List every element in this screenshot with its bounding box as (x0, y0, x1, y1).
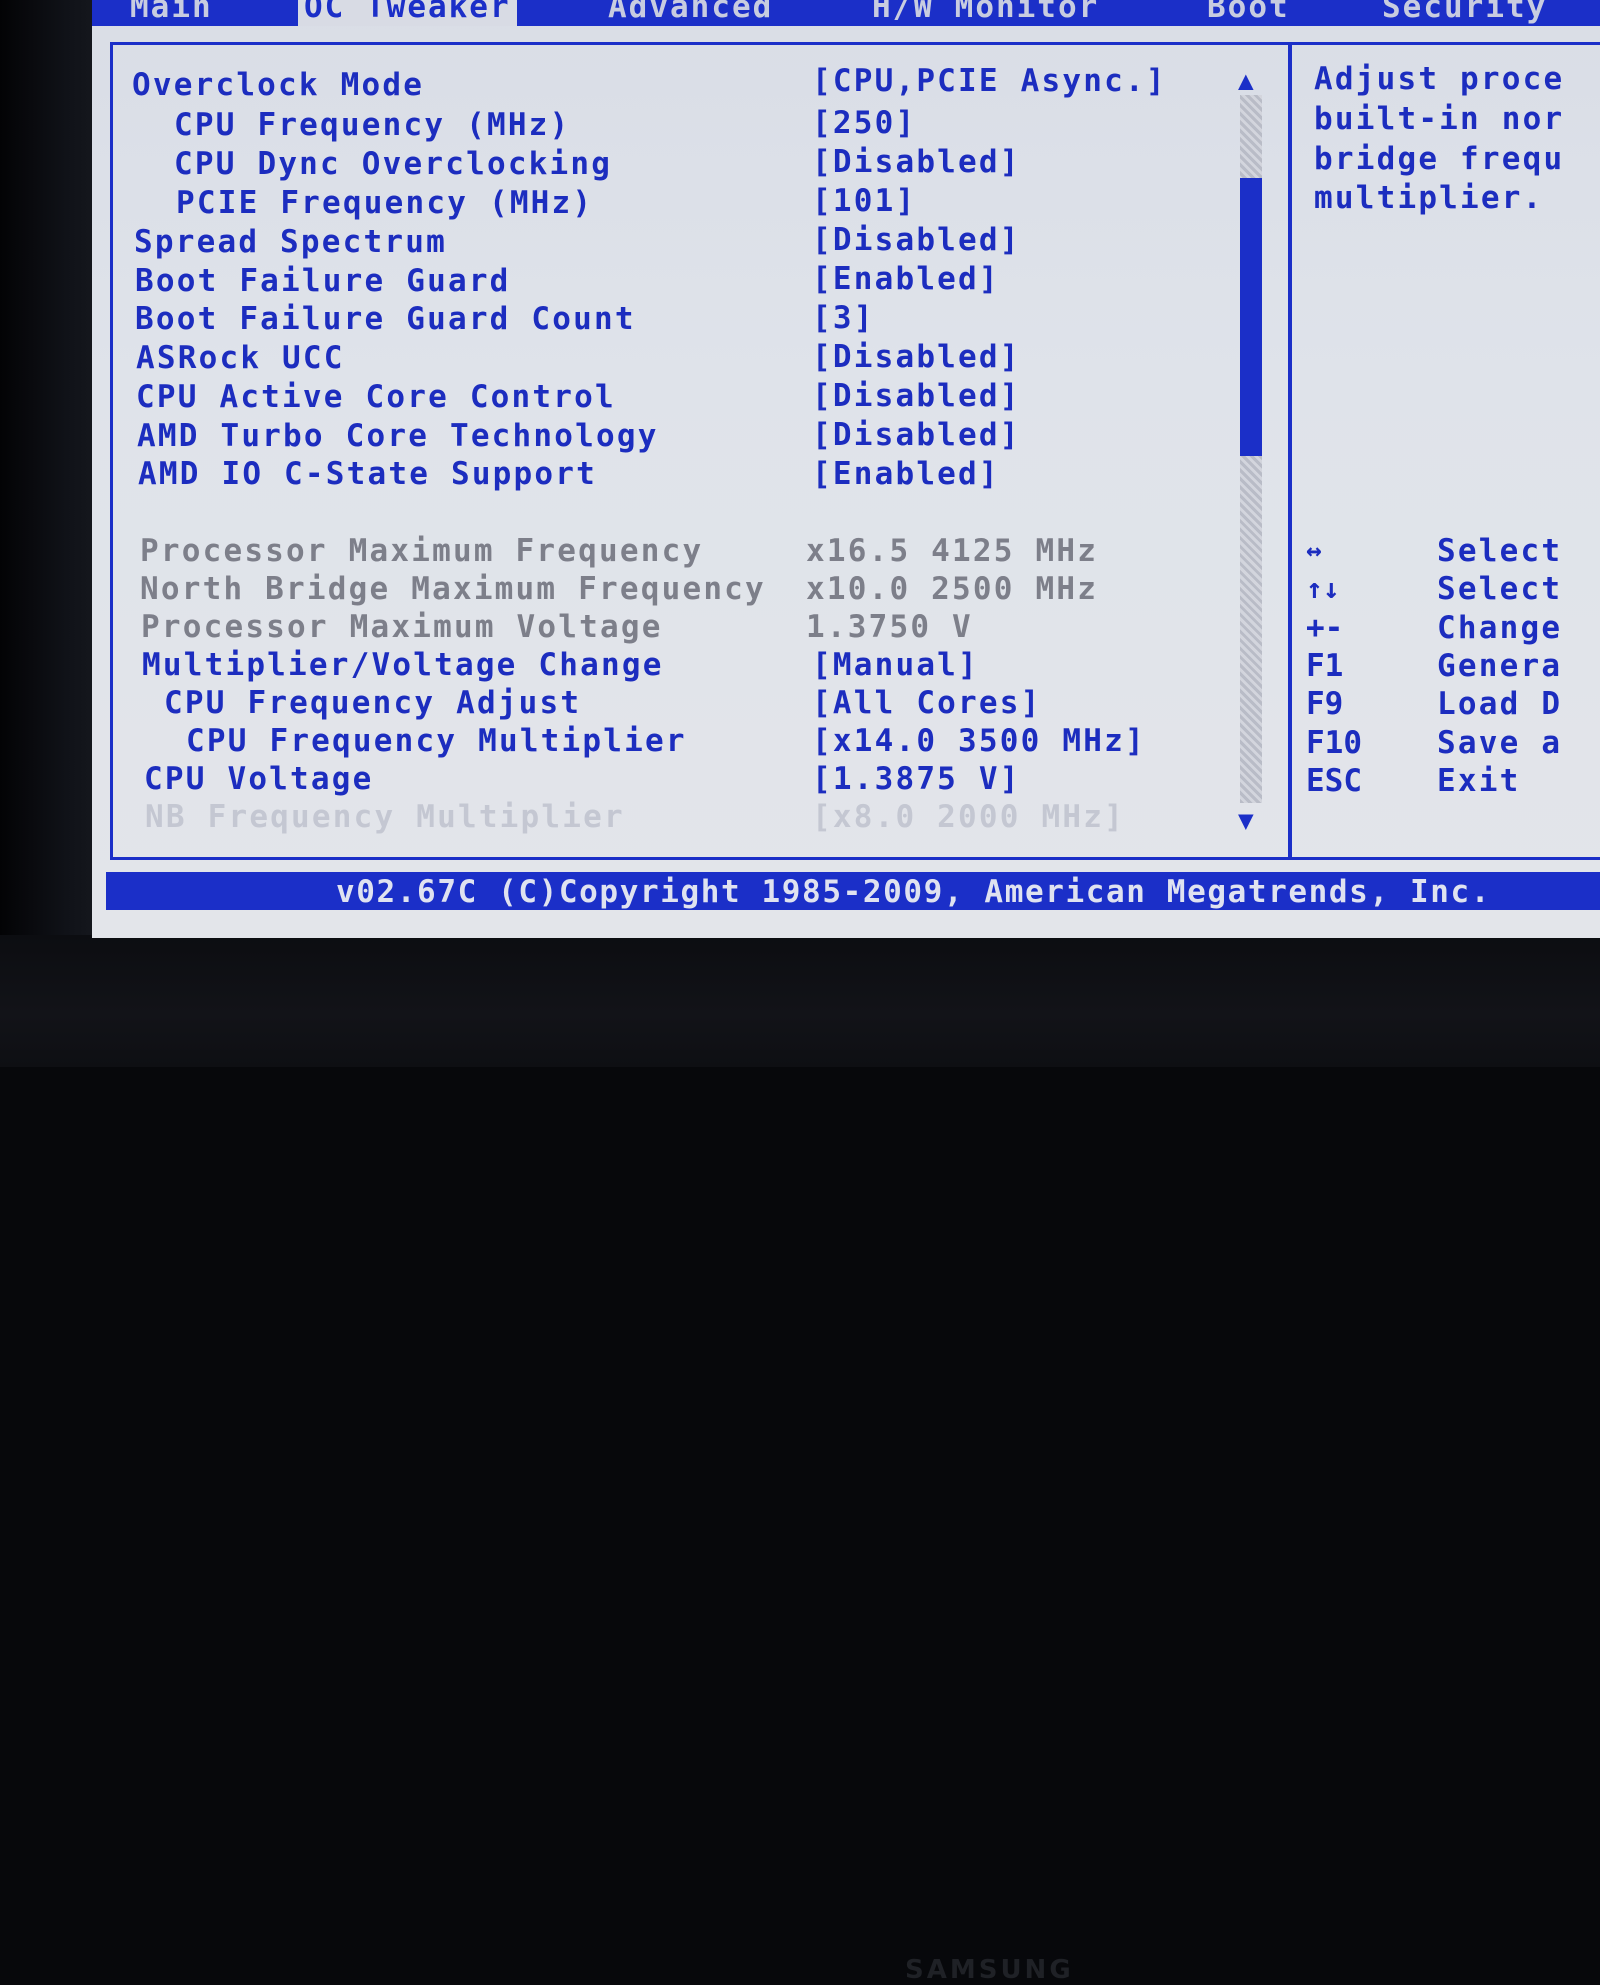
tab-boot[interactable]: Boot (1207, 0, 1290, 26)
help-text-line-2: built-in nor (1314, 101, 1565, 137)
setting-pcie-frequency-value[interactable]: [101] (812, 182, 916, 220)
setting-amd-io-cstate-label[interactable]: AMD IO C-State Support (138, 455, 597, 493)
setting-overclock-mode-value[interactable]: [CPU,PCIE Async.] (812, 62, 1167, 100)
tab-bar: Main OC Tweaker Advanced H/W Monitor Boo… (92, 0, 1600, 26)
setting-cpu-frequency-multiplier-value[interactable]: [x14.0 3500 MHz] (812, 722, 1146, 760)
left-right-arrows-icon: ↔ (1306, 536, 1322, 566)
setting-multiplier-voltage-change-label[interactable]: Multiplier/Voltage Change (142, 646, 664, 684)
setting-asrock-ucc-label[interactable]: ASRock UCC (136, 339, 345, 377)
monitor-bezel-left (0, 0, 95, 1067)
setting-boot-failure-guard-label[interactable]: Boot Failure Guard (135, 262, 511, 300)
info-processor-max-voltage-label: Processor Maximum Voltage (141, 609, 663, 645)
tab-security[interactable]: Security (1382, 0, 1547, 26)
bios-screen: Main OC Tweaker Advanced H/W Monitor Boo… (92, 0, 1600, 938)
setting-boot-failure-guard-value[interactable]: [Enabled] (812, 260, 1000, 298)
setting-cpu-active-core-control-value[interactable]: [Disabled] (812, 377, 1021, 415)
tab-hw-monitor[interactable]: H/W Monitor (872, 0, 1099, 26)
setting-nb-frequency-multiplier-label: NB Frequency Multiplier (145, 799, 625, 835)
setting-boot-failure-guard-count-label[interactable]: Boot Failure Guard Count (135, 300, 636, 338)
setting-cpu-voltage-value[interactable]: [1.3875 V] (812, 760, 1021, 798)
info-nb-max-frequency-label: North Bridge Maximum Frequency (140, 571, 766, 607)
setting-cpu-dync-overclocking-label[interactable]: CPU Dync Overclocking (174, 145, 612, 183)
key-desc-change-option: Change (1437, 610, 1563, 646)
info-processor-max-frequency-value: x16.5 4125 MHz (806, 533, 1099, 569)
tab-oc-tweaker[interactable]: OC Tweaker (298, 0, 517, 26)
setting-cpu-active-core-control-label[interactable]: CPU Active Core Control (136, 378, 616, 416)
scrollbar-thumb[interactable] (1240, 178, 1262, 456)
scroll-down-arrow-icon[interactable]: ▼ (1238, 808, 1254, 834)
key-f10: F10 (1306, 725, 1362, 761)
footer-bar: v02.67C (C)Copyright 1985-2009, American… (106, 872, 1600, 910)
key-f9: F9 (1306, 686, 1344, 722)
key-esc: ESC (1306, 763, 1362, 799)
key-desc-exit: Exit (1437, 763, 1521, 799)
info-processor-max-voltage-value: 1.3750 V (806, 609, 973, 645)
setting-amd-io-cstate-value[interactable]: [Enabled] (812, 455, 1000, 493)
key-desc-select-screen: Select (1437, 533, 1563, 569)
scroll-up-arrow-icon[interactable]: ▲ (1238, 68, 1254, 94)
setting-cpu-frequency-label[interactable]: CPU Frequency (MHz) (174, 106, 570, 144)
setting-cpu-frequency-adjust-label[interactable]: CPU Frequency Adjust (164, 684, 581, 722)
tab-advanced[interactable]: Advanced (608, 0, 773, 26)
help-text-line-3: bridge frequ (1314, 141, 1565, 177)
key-f1: F1 (1306, 648, 1344, 684)
setting-spread-spectrum-value[interactable]: [Disabled] (812, 221, 1021, 259)
setting-cpu-frequency-value[interactable]: [250] (812, 104, 916, 142)
setting-nb-frequency-multiplier-value: [x8.0 2000 MHz] (812, 799, 1125, 835)
setting-cpu-frequency-multiplier-label[interactable]: CPU Frequency Multiplier (186, 722, 687, 760)
setting-overclock-mode-label[interactable]: Overclock Mode (132, 66, 424, 104)
setting-cpu-voltage-label[interactable]: CPU Voltage (144, 760, 374, 798)
key-desc-general-help: Genera (1437, 648, 1563, 684)
help-text-line-1: Adjust proce (1314, 61, 1565, 97)
setting-multiplier-voltage-change-value[interactable]: [Manual] (812, 646, 979, 684)
setting-cpu-frequency-adjust-value[interactable]: [All Cores] (812, 684, 1042, 722)
info-nb-max-frequency-value: x10.0 2500 MHz (806, 571, 1099, 607)
help-text-line-4: multiplier. (1314, 180, 1544, 216)
info-processor-max-frequency-label: Processor Maximum Frequency (140, 533, 704, 569)
monitor-bezel-bottom: SAMSUNG (0, 935, 1600, 1985)
key-desc-select-item: Select (1437, 571, 1563, 607)
copyright-text: v02.67C (C)Copyright 1985-2009, American… (336, 874, 1492, 910)
setting-cpu-dync-overclocking-value[interactable]: [Disabled] (812, 143, 1021, 181)
setting-amd-turbo-core-value[interactable]: [Disabled] (812, 416, 1021, 454)
tab-main[interactable]: Main (130, 0, 213, 26)
key-desc-save-exit: Save a (1437, 725, 1563, 761)
setting-pcie-frequency-label[interactable]: PCIE Frequency (MHz) (176, 184, 593, 222)
up-down-arrows-icon: ↑↓ (1306, 572, 1340, 605)
setting-boot-failure-guard-count-value[interactable]: [3] (812, 299, 875, 337)
key-desc-load-defaults: Load D (1437, 686, 1563, 722)
key-plus-minus: +- (1306, 610, 1344, 646)
setting-amd-turbo-core-label[interactable]: AMD Turbo Core Technology (137, 417, 659, 455)
setting-spread-spectrum-label[interactable]: Spread Spectrum (134, 223, 447, 261)
monitor-brand-logo: SAMSUNG (905, 1955, 1074, 1985)
setting-asrock-ucc-value[interactable]: [Disabled] (812, 338, 1021, 376)
